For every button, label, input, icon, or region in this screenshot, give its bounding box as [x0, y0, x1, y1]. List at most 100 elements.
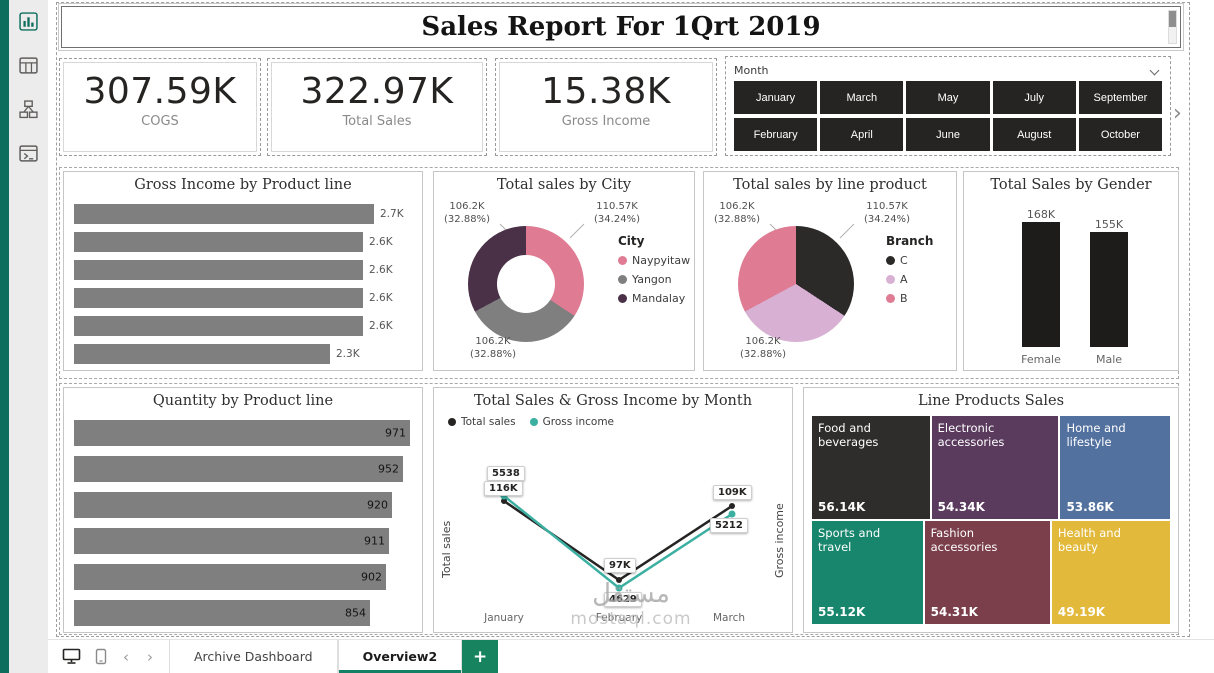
- bar-value-label: 920: [367, 498, 388, 512]
- slicer-button-february[interactable]: February: [734, 118, 818, 151]
- kpi-card-total-sales[interactable]: 322.97K Total Sales: [267, 58, 487, 156]
- chart-title: Total Sales & Gross Income by Month: [473, 393, 753, 409]
- kpi-card-gross-income[interactable]: 15.38K Gross Income: [495, 58, 717, 156]
- bar-row: 902: [74, 564, 412, 590]
- treemap-tile-electronic-accessories[interactable]: Electronic accessories 54.34K: [931, 416, 1059, 519]
- bar[interactable]: 902: [74, 564, 386, 590]
- slicer-button-september[interactable]: September: [1078, 81, 1163, 114]
- bar[interactable]: [74, 288, 363, 308]
- slicer-button-july[interactable]: July: [992, 81, 1076, 114]
- chart-sales-gross-income-by-month[interactable]: Total Sales & Gross Income by Month Tota…: [433, 387, 793, 633]
- treemap-tile-sports-and-travel[interactable]: Sports and travel 55.12K: [812, 521, 923, 624]
- kpi-label: Gross Income: [561, 114, 651, 129]
- legend-item-branch-b[interactable]: B: [886, 292, 933, 305]
- bar[interactable]: 952: [74, 456, 403, 482]
- bar-plot: 2.7K 2.6K 2.6K 2.6K 2.6K 2.3K: [74, 204, 414, 370]
- legend-swatch: [618, 294, 627, 303]
- chart-title: Total sales by line product: [733, 177, 927, 193]
- donut-chart[interactable]: [468, 226, 584, 342]
- bar[interactable]: 911: [74, 528, 389, 554]
- slicer-button-january[interactable]: January: [734, 81, 818, 114]
- slicer-button-may[interactable]: May: [906, 81, 990, 114]
- chart-total-sales-by-gender[interactable]: Total Sales by Gender 168K 155K Female M…: [963, 171, 1179, 371]
- legend-item-mandalay[interactable]: Mandalay: [618, 292, 690, 305]
- slicer-next-arrow[interactable]: ›: [1173, 101, 1182, 126]
- callout-branch-c: 110.57K (34.24%): [864, 201, 910, 225]
- report-view-icon[interactable]: [18, 10, 40, 32]
- add-page-button[interactable]: +: [462, 640, 499, 673]
- page-tab-archive-dashboard[interactable]: Archive Dashboard: [169, 640, 338, 673]
- legend-swatch: [618, 256, 627, 265]
- treemap-row: Food and beverages 56.14K Electronic acc…: [812, 416, 1170, 519]
- pie-chart[interactable]: [738, 226, 854, 342]
- scrollbar-thumb[interactable]: [1169, 11, 1176, 27]
- chevron-down-icon[interactable]: [1149, 65, 1160, 75]
- chart-total-sales-by-line-product[interactable]: Total sales by line product 106.2K (32.88…: [703, 171, 957, 371]
- city-legend: City Naypyitaw Yangon Mandalay: [618, 234, 690, 311]
- callout-naypyitaw: 110.57K (34.24%): [594, 201, 640, 225]
- bar[interactable]: [74, 344, 330, 364]
- legend-item-naypyitaw[interactable]: Naypyitaw: [618, 254, 690, 267]
- data-label-gross-mar: 5212: [710, 518, 748, 533]
- tile-name: Fashion accessories: [930, 526, 998, 554]
- bar-value-label: 2.6K: [369, 236, 393, 248]
- chart-line-products-sales[interactable]: Line Products Sales Food and beverages 5…: [803, 387, 1179, 633]
- tile-name: Home and lifestyle: [1066, 421, 1126, 449]
- kpi-card-cogs[interactable]: 307.59K COGS: [59, 58, 261, 156]
- category-label: Male: [1095, 353, 1123, 366]
- page-tab-overview2[interactable]: Overview2: [337, 640, 463, 673]
- slicer-button-march[interactable]: March: [820, 81, 904, 114]
- bar-row: 2.6K: [74, 288, 414, 308]
- bar-row: 854: [74, 600, 412, 626]
- column-male[interactable]: [1090, 232, 1128, 347]
- column-female[interactable]: [1022, 222, 1060, 347]
- legend-item-branch-a[interactable]: A: [886, 273, 933, 286]
- data-label-sales-mar: 109K: [713, 485, 752, 500]
- branch-legend: Branch C A B: [886, 234, 933, 311]
- chart-quantity-by-product-line[interactable]: Quantity by Product line 971 952 920 911…: [63, 387, 423, 633]
- data-label-gross-jan: 5538: [487, 466, 525, 481]
- treemap-tile-food-and-beverages[interactable]: Food and beverages 56.14K: [812, 416, 930, 519]
- column-value-label: 168K: [1026, 208, 1056, 221]
- legend-item-yangon[interactable]: Yangon: [618, 273, 690, 286]
- treemap-tile-home-and-lifestyle[interactable]: Home and lifestyle 53.86K: [1060, 416, 1170, 519]
- legend-item-gross-income[interactable]: Gross income: [529, 416, 614, 428]
- bar[interactable]: 920: [74, 492, 392, 518]
- slicer-button-august[interactable]: August: [992, 118, 1076, 151]
- model-view-icon[interactable]: [18, 98, 40, 120]
- next-page-arrow[interactable]: ›: [145, 648, 155, 666]
- legend-item-total-sales[interactable]: Total sales: [448, 416, 516, 428]
- kpi-value: 15.38K: [541, 71, 671, 112]
- slicer-button-june[interactable]: June: [906, 118, 990, 151]
- bar[interactable]: [74, 232, 363, 252]
- slicer-button-october[interactable]: October: [1078, 118, 1163, 151]
- chart-title: Gross Income by Product line: [134, 177, 352, 193]
- bar-row: 971: [74, 420, 412, 446]
- data-label-gross-feb: 4629: [604, 592, 642, 607]
- x-axis-label: March: [712, 612, 745, 624]
- bar[interactable]: 971: [74, 420, 410, 446]
- bar-value-label: 2.6K: [369, 292, 393, 304]
- legend-item-branch-c[interactable]: C: [886, 254, 933, 267]
- chart-gross-income-by-product-line[interactable]: Gross Income by Product line 2.7K 2.6K 2…: [63, 171, 423, 371]
- month-slicer[interactable]: Month January March May July September F…: [725, 56, 1171, 156]
- data-view-icon[interactable]: [18, 54, 40, 76]
- bar[interactable]: [74, 316, 363, 336]
- legend-title: Branch: [886, 234, 934, 248]
- bar[interactable]: 854: [74, 600, 370, 626]
- previous-page-arrow[interactable]: ‹: [121, 648, 131, 666]
- accent-rail: [0, 0, 9, 673]
- bar[interactable]: [74, 204, 374, 224]
- report-title-visual[interactable]: Sales Report For 1Qrt 2019: [58, 3, 1184, 51]
- desktop-view-icon[interactable]: [62, 648, 81, 665]
- bar-value-label: 2.6K: [369, 264, 393, 276]
- chart-total-sales-by-city[interactable]: Total sales by City 106.2K (32.88%) 110.5…: [433, 171, 695, 371]
- treemap-tile-fashion-accessories[interactable]: Fashion accessories 54.31K: [924, 521, 1050, 624]
- bar[interactable]: [74, 260, 363, 280]
- dax-query-view-icon[interactable]: [18, 142, 40, 164]
- bar-row: 2.6K: [74, 316, 414, 336]
- slicer-button-april[interactable]: April: [820, 118, 904, 151]
- treemap-tile-health-and-beauty[interactable]: Health and beauty 49.19K: [1051, 521, 1170, 624]
- slicer-title: Month: [734, 63, 769, 77]
- mobile-view-icon[interactable]: [95, 648, 107, 665]
